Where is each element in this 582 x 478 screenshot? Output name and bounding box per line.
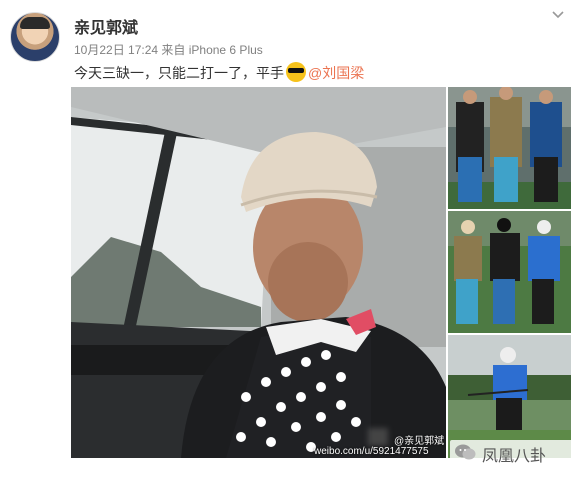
blurred-area [368, 428, 388, 446]
post-text-body: 今天三缺一，只能二打一了，平手 [74, 65, 284, 81]
more-options-button[interactable] [548, 8, 568, 24]
chevron-down-icon [552, 11, 564, 19]
thumbnail-photo-2[interactable] [448, 211, 571, 333]
post-meta: 10月22日 17:24 来自 iPhone 6 Plus [74, 43, 263, 57]
brand-text: 凤凰八卦 [482, 446, 547, 465]
car-selfie-image [71, 87, 446, 458]
username[interactable]: 亲见郭斌 [74, 14, 138, 38]
watermark-name: @亲见郭斌 [394, 436, 445, 447]
wechat-bubble-icon [455, 444, 476, 460]
golfers-image [448, 87, 571, 209]
avatar[interactable] [10, 12, 60, 62]
main-photo[interactable] [71, 87, 446, 458]
brand-watermark: 凤凰八卦 [450, 440, 578, 465]
thumbnail-photo-1[interactable] [448, 87, 571, 209]
watermark-url: weibo.com/u/5921477575 [314, 446, 429, 457]
sunglasses-emoji-icon [286, 62, 306, 82]
golfers-walking-image [448, 211, 571, 333]
mention-link[interactable]: @刘国梁 [308, 65, 364, 81]
post-text: 今天三缺一，只能二打一了，平手 @刘国梁 [74, 62, 364, 83]
